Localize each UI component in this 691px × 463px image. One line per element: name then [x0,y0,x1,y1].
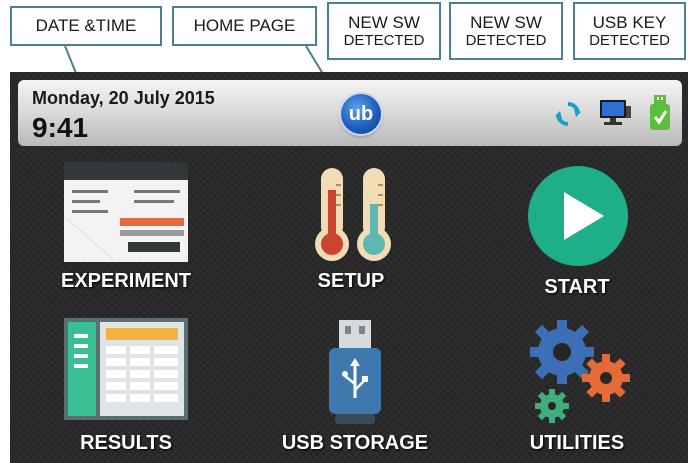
usb-drive-icon [329,320,381,424]
thermometers-icon [315,168,391,261]
tile-start-label: START [544,276,610,298]
callout-date-time: DATE &TIME [10,6,162,46]
experiment-form-icon [64,162,188,262]
callout-new-sw-2: NEW SW DETECTED [449,2,563,60]
usb-key-check-icon[interactable] [648,94,672,132]
callout-new-sw-2-line2: DETECTED [465,32,547,50]
callout-home-page: HOME PAGE [172,6,317,46]
tile-utilities[interactable]: UTILITIES [502,314,652,460]
time-display: 9:41 [32,112,89,143]
callout-usb-key: USB KEY DETECTED [573,2,686,60]
gears-icon [530,320,630,423]
tile-results[interactable]: RESULTS [50,314,202,460]
tile-results-label: RESULTS [80,432,172,454]
device-screen: Monday, 20 July 2015 9:41 ub EXPERIMENT … [10,72,688,463]
home-logo-text: ub [348,102,374,125]
tile-setup-label: SETUP [317,270,385,292]
tile-usb-storage[interactable]: USB STORAGE [275,314,435,460]
callout-new-sw-1: NEW SW DETECTED [327,2,441,60]
sync-icon[interactable] [554,100,582,128]
date-display: Monday, 20 July 2015 [32,88,215,108]
tile-usb-storage-label: USB STORAGE [281,432,429,454]
play-icon [528,166,628,266]
callout-new-sw-1-line2: DETECTED [343,32,425,50]
home-button[interactable]: ub [341,94,381,134]
tile-experiment[interactable]: EXPERIMENT [50,158,202,298]
tile-experiment-label: EXPERIMENT [60,270,192,292]
callout-usb-key-line1: USB KEY [592,12,667,32]
tile-utilities-label: UTILITIES [529,432,625,454]
tile-start[interactable]: START [502,158,652,298]
callout-new-sw-2-line1: NEW SW [470,12,542,32]
callout-home-page-text: HOME PAGE [193,16,296,36]
callout-new-sw-1-line1: NEW SW [348,12,420,32]
callout-date-time-text: DATE &TIME [35,16,137,36]
callout-usb-key-line2: DETECTED [589,32,670,50]
results-table-icon [64,318,188,420]
computer-icon[interactable] [598,98,632,128]
status-bar: Monday, 20 July 2015 9:41 ub [18,80,682,146]
tile-setup[interactable]: SETUP [275,158,427,298]
